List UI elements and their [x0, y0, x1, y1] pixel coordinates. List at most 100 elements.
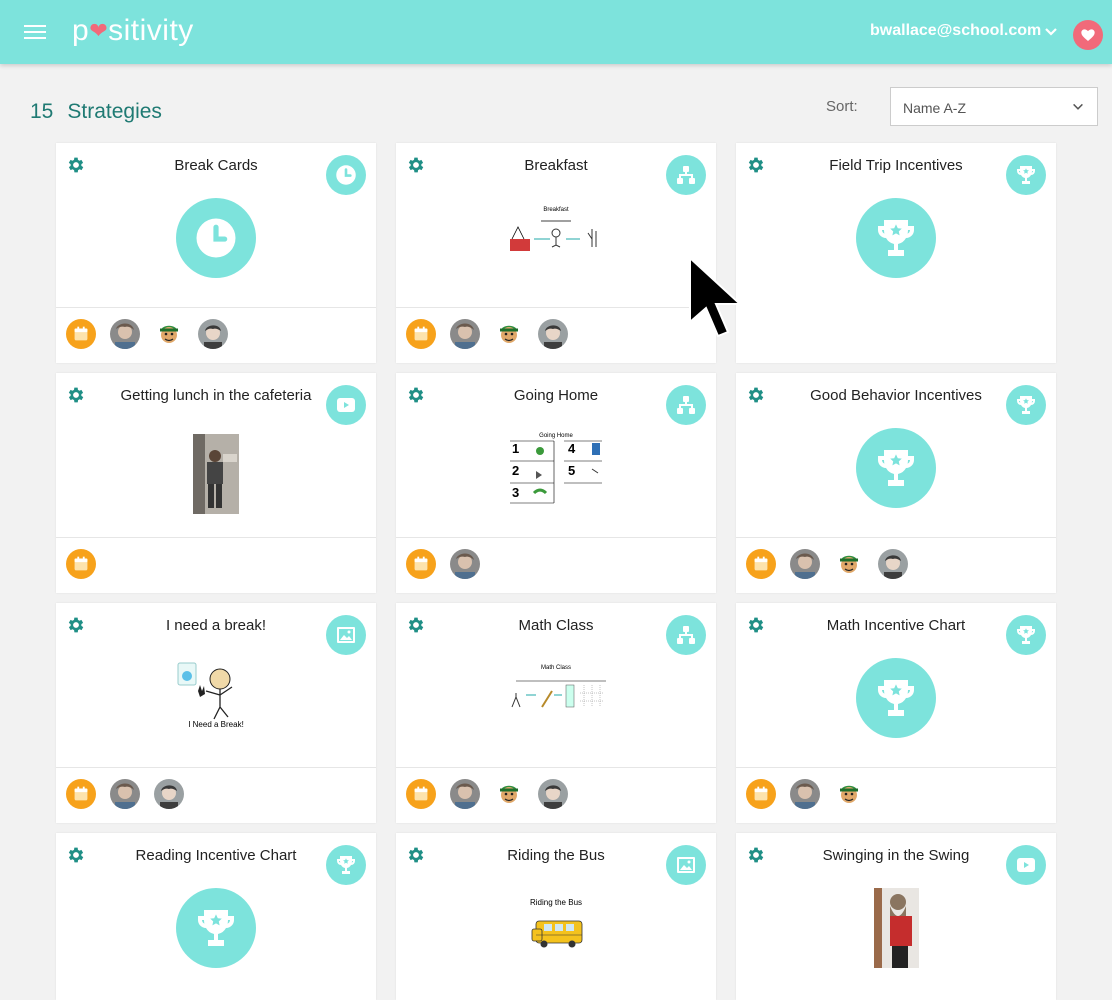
calendar-icon[interactable] — [746, 549, 776, 579]
settings-gear-icon[interactable] — [66, 615, 86, 635]
logo[interactable]: p❤sitivity — [72, 14, 194, 48]
card-title[interactable]: Break Cards — [116, 155, 316, 177]
strategy-card[interactable]: Breakfast Breakfast — [396, 143, 716, 363]
photo-thumbnail — [874, 888, 919, 968]
strategy-card[interactable]: Swinging in the Swing — [736, 833, 1056, 1000]
settings-gear-icon[interactable] — [66, 845, 86, 865]
card-footer — [66, 548, 96, 580]
clock-icon — [326, 155, 366, 195]
strategy-card[interactable]: Getting lunch in the cafeteria — [56, 373, 376, 593]
card-title[interactable]: Swinging in the Swing — [796, 845, 996, 867]
divider — [56, 307, 376, 308]
avatar[interactable] — [834, 549, 864, 579]
settings-gear-icon[interactable] — [746, 155, 766, 175]
avatar[interactable] — [494, 779, 524, 809]
svg-text:2: 2 — [512, 463, 519, 478]
settings-gear-icon[interactable] — [406, 385, 426, 405]
settings-gear-icon[interactable] — [406, 615, 426, 635]
calendar-icon[interactable] — [406, 319, 436, 349]
strategy-count: 15 — [30, 100, 54, 123]
avatar[interactable] — [538, 319, 568, 349]
card-title[interactable]: Field Trip Incentives — [796, 155, 996, 177]
strategy-card[interactable]: Riding the Bus Riding the Bus — [396, 833, 716, 1000]
sequence-thumbnail: Math Class — [506, 663, 606, 715]
settings-gear-icon[interactable] — [66, 155, 86, 175]
calendar-icon[interactable] — [746, 779, 776, 809]
settings-gear-icon[interactable] — [406, 845, 426, 865]
settings-gear-icon[interactable] — [746, 615, 766, 635]
calendar-icon[interactable] — [66, 779, 96, 809]
divider — [56, 767, 376, 768]
card-title[interactable]: Riding the Bus — [456, 845, 656, 867]
settings-gear-icon[interactable] — [746, 385, 766, 405]
avatar[interactable] — [154, 319, 184, 349]
calendar-icon[interactable] — [406, 549, 436, 579]
card-title[interactable]: Good Behavior Incentives — [796, 385, 996, 407]
strategy-card[interactable]: Math Class Math Class — [396, 603, 716, 823]
thumbnail-caption: Riding the Bus — [530, 898, 582, 907]
strategy-card[interactable]: Going Home Going Home 1 2 3 4 5 — [396, 373, 716, 593]
settings-gear-icon[interactable] — [406, 155, 426, 175]
calendar-icon[interactable] — [66, 549, 96, 579]
settings-gear-icon[interactable] — [66, 385, 86, 405]
strategy-card[interactable]: Good Behavior Incentives — [736, 373, 1056, 593]
chevron-down-icon[interactable] — [1043, 24, 1059, 40]
trophy-icon — [326, 845, 366, 885]
favorites-button[interactable] — [1073, 20, 1103, 50]
avatar[interactable] — [154, 779, 184, 809]
thumbnail-title: Math Class — [541, 665, 571, 671]
avatar[interactable] — [110, 319, 140, 349]
heart-icon — [1081, 29, 1095, 41]
trophy-icon — [856, 198, 936, 278]
svg-text:4: 4 — [568, 441, 576, 456]
card-footer — [406, 778, 568, 810]
menu-icon[interactable] — [24, 25, 46, 39]
divider — [56, 537, 376, 538]
top-bar: p❤sitivity bwallace@school.com — [0, 0, 1112, 64]
sort-select[interactable]: Name A-Z — [890, 87, 1098, 126]
card-title[interactable]: Going Home — [456, 385, 656, 407]
avatar[interactable] — [538, 779, 568, 809]
clock-icon — [176, 198, 256, 278]
user-email[interactable]: bwallace@school.com — [870, 22, 1041, 40]
trophy-icon — [1006, 385, 1046, 425]
flow-icon — [666, 615, 706, 655]
divider — [736, 537, 1056, 538]
card-title[interactable]: Math Class — [456, 615, 656, 637]
avatar[interactable] — [198, 319, 228, 349]
card-footer — [746, 778, 864, 810]
svg-text:3: 3 — [512, 485, 519, 500]
card-title[interactable]: Breakfast — [456, 155, 656, 177]
card-title[interactable]: Math Incentive Chart — [796, 615, 996, 637]
calendar-icon[interactable] — [406, 779, 436, 809]
divider — [736, 767, 1056, 768]
card-title[interactable]: I need a break! — [116, 615, 316, 637]
avatar[interactable] — [878, 549, 908, 579]
avatar[interactable] — [110, 779, 140, 809]
avatar[interactable] — [494, 319, 524, 349]
trophy-icon — [176, 888, 256, 968]
avatar[interactable] — [790, 779, 820, 809]
photo-thumbnail — [193, 434, 239, 514]
avatar[interactable] — [450, 549, 480, 579]
strategy-card[interactable]: Reading Incentive Chart — [56, 833, 376, 1000]
strategy-card[interactable]: I need a break! I Need a Break! — [56, 603, 376, 823]
flow-icon — [666, 155, 706, 195]
divider — [396, 537, 716, 538]
avatar[interactable] — [790, 549, 820, 579]
calendar-icon[interactable] — [66, 319, 96, 349]
card-title[interactable]: Getting lunch in the cafeteria — [116, 385, 316, 407]
strategy-card[interactable]: Math Incentive Chart — [736, 603, 1056, 823]
avatar[interactable] — [834, 779, 864, 809]
card-title[interactable]: Reading Incentive Chart — [116, 845, 316, 867]
drawing-thumbnail: Riding the Bus — [524, 895, 588, 955]
avatar[interactable] — [450, 779, 480, 809]
avatar[interactable] — [450, 319, 480, 349]
svg-text:5: 5 — [568, 463, 575, 478]
strategy-card[interactable]: Break Cards — [56, 143, 376, 363]
settings-gear-icon[interactable] — [746, 845, 766, 865]
image-icon — [666, 845, 706, 885]
drawing-thumbnail: I Need a Break! — [174, 661, 258, 729]
strategy-card[interactable]: Field Trip Incentives — [736, 143, 1056, 363]
page-title: 15 Strategies — [30, 100, 162, 124]
